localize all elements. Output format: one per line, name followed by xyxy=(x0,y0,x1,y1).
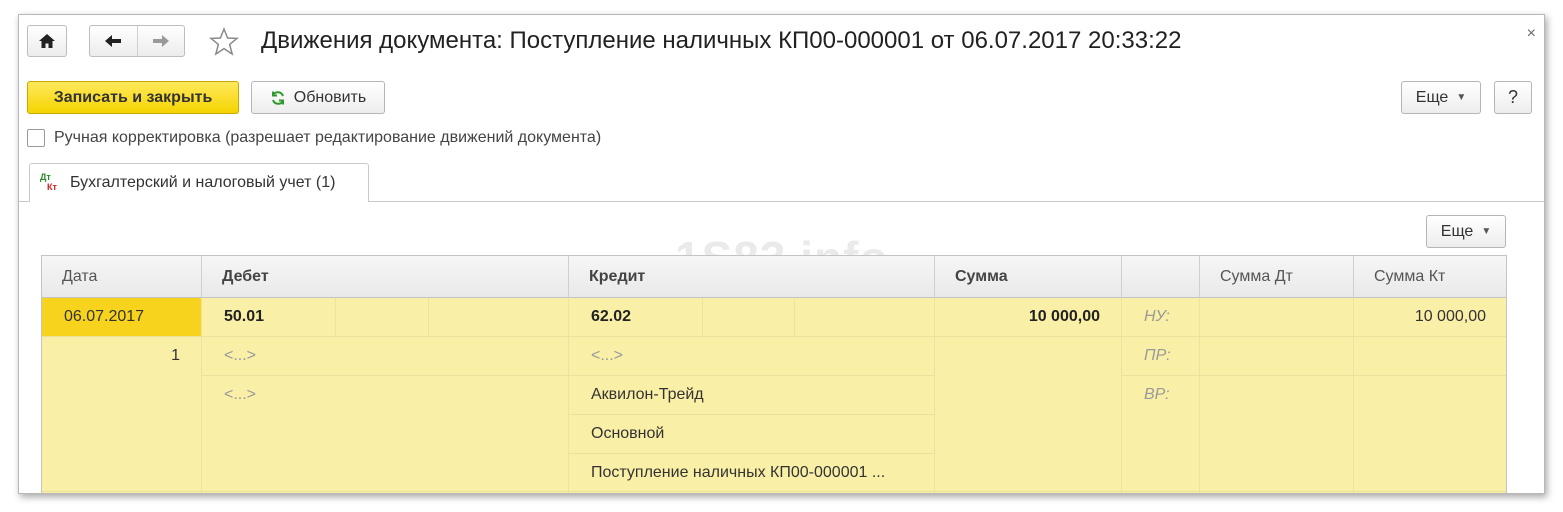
more-menu-label: Еще xyxy=(1415,88,1449,106)
cell-credit-account[interactable]: 62.02 xyxy=(591,298,631,336)
cell-credit-subconto-3[interactable]: Основной xyxy=(591,415,664,453)
cell-amount-kt[interactable]: 10 000,00 xyxy=(1354,298,1486,336)
column-header-date[interactable]: Дата xyxy=(42,256,202,298)
cell-debit-account[interactable]: 50.01 xyxy=(224,298,264,336)
arrow-left-icon xyxy=(105,35,122,47)
grid-line xyxy=(702,298,703,337)
grid-line xyxy=(1122,375,1506,376)
table-more-menu-label: Еще xyxy=(1440,222,1474,240)
table-header: Дата Дебет Кредит Сумма Сумма Дт Сумма К… xyxy=(42,256,1506,298)
cell-line-number: 1 xyxy=(171,347,180,364)
back-button[interactable] xyxy=(90,26,137,56)
grid-line xyxy=(568,298,569,493)
cell-debit-subconto-1[interactable]: <...> xyxy=(224,337,256,375)
tab-accounting[interactable]: Дт Кт Бухгалтерский и налоговый учет (1) xyxy=(29,163,369,202)
cell-type-nu: НУ: xyxy=(1144,308,1170,325)
column-header-type[interactable] xyxy=(1122,256,1200,298)
refresh-icon xyxy=(271,90,284,105)
grid-line xyxy=(335,298,336,337)
movements-table: Дата Дебет Кредит Сумма Сумма Дт Сумма К… xyxy=(41,255,1507,493)
save-and-close-button[interactable]: Записать и закрыть xyxy=(27,81,239,114)
grid-line xyxy=(202,375,934,376)
more-menu-button[interactable]: Еще ▼ xyxy=(1401,81,1481,114)
column-header-debit[interactable]: Дебет xyxy=(202,256,569,298)
forward-button[interactable] xyxy=(136,26,185,56)
grid-line xyxy=(1121,298,1122,493)
cell-date[interactable]: 06.07.2017 xyxy=(64,298,144,336)
cell-credit-subconto-4[interactable]: Поступление наличных КП00-000001 ... xyxy=(591,454,885,492)
dt-kt-icon: Дт Кт xyxy=(40,172,57,192)
column-header-amount-kt[interactable]: Сумма Кт xyxy=(1354,256,1506,298)
cell-debit-subconto-2[interactable]: <...> xyxy=(224,376,256,414)
grid-line xyxy=(428,298,429,337)
cell-credit-subconto-1[interactable]: <...> xyxy=(591,337,623,375)
home-button[interactable] xyxy=(27,25,67,57)
cell-type-vr: ВР: xyxy=(1144,386,1170,403)
cell-type-pr: ПР: xyxy=(1144,347,1171,364)
dropdown-caret-icon: ▼ xyxy=(1456,92,1467,103)
table-row[interactable]: 06.07.2017 50.01 62.02 10 000,00 НУ: 10 … xyxy=(42,298,1506,493)
cell-credit-subconto-2[interactable]: Аквилон-Трейд xyxy=(591,376,704,414)
arrow-right-icon xyxy=(152,35,169,47)
column-header-credit[interactable]: Кредит xyxy=(569,256,935,298)
window-title: Движения документа: Поступление наличных… xyxy=(261,27,1182,54)
home-icon xyxy=(39,34,55,48)
favorite-star-icon[interactable] xyxy=(209,27,239,57)
refresh-button[interactable]: Обновить xyxy=(251,81,385,114)
column-header-amount[interactable]: Сумма xyxy=(935,256,1122,298)
document-movements-window: Движения документа: Поступление наличных… xyxy=(18,14,1545,494)
refresh-button-label: Обновить xyxy=(293,88,367,106)
grid-line xyxy=(42,336,1506,337)
grid-line xyxy=(201,298,202,493)
navigation-buttons xyxy=(89,25,185,57)
close-icon[interactable]: × xyxy=(1527,25,1536,43)
tab-accounting-label: Бухгалтерский и налоговый учет (1) xyxy=(70,174,336,191)
help-button[interactable]: ? xyxy=(1494,81,1532,114)
table-more-menu-button[interactable]: Еще ▼ xyxy=(1426,215,1506,248)
column-header-amount-dt[interactable]: Сумма Дт xyxy=(1200,256,1354,298)
dropdown-caret-icon: ▼ xyxy=(1481,226,1492,237)
manual-correction-checkbox[interactable] xyxy=(27,129,45,147)
grid-line xyxy=(1199,298,1200,493)
grid-line xyxy=(794,298,795,337)
cell-amount[interactable]: 10 000,00 xyxy=(935,298,1100,336)
manual-correction-label[interactable]: Ручная корректировка (разрешает редактир… xyxy=(54,129,601,147)
manual-correction-row: Ручная корректировка (разрешает редактир… xyxy=(27,129,601,147)
